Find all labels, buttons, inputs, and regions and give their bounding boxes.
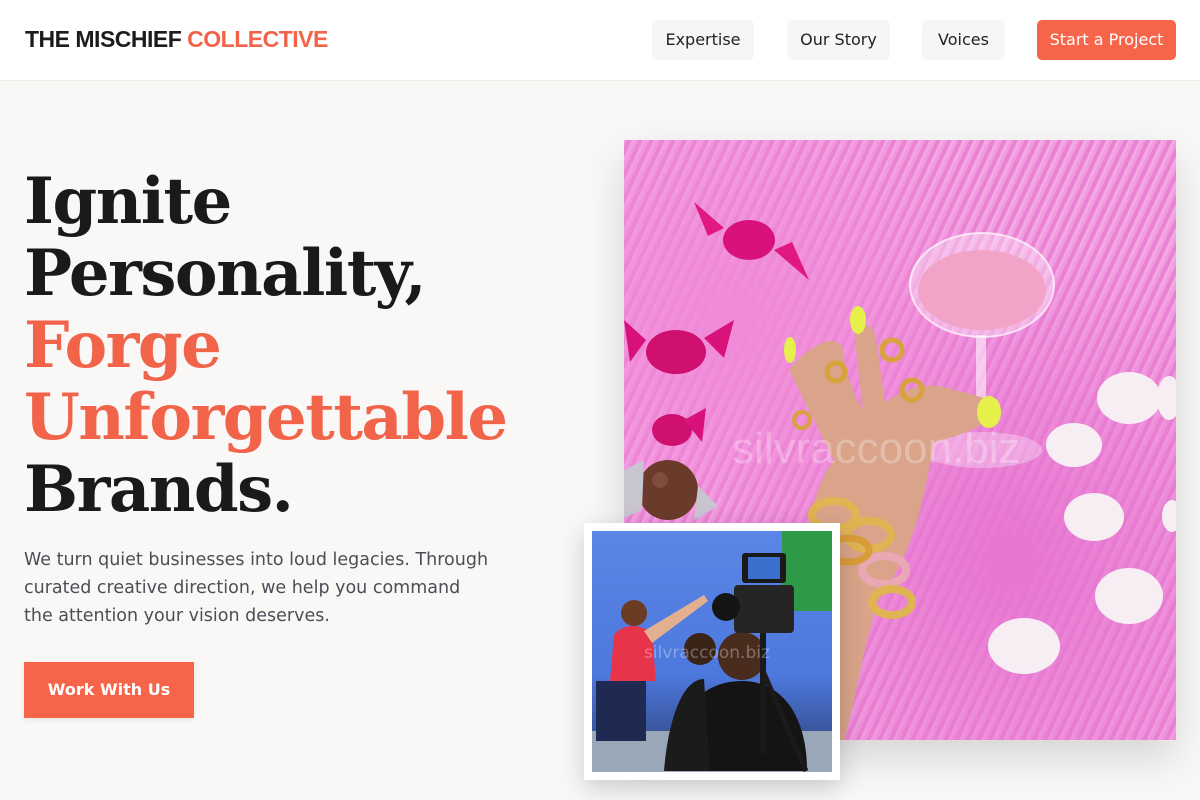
headline-line: Brands. bbox=[24, 452, 294, 527]
image-watermark: silvraccoon.biz bbox=[732, 424, 1021, 473]
headline-line-accent: Forge bbox=[24, 308, 222, 383]
nav-expertise[interactable]: Expertise bbox=[652, 20, 754, 60]
image-watermark: silvraccoon.biz bbox=[644, 643, 770, 663]
hero-subtext: We turn quiet businesses into loud legac… bbox=[24, 550, 489, 626]
brand-name-primary: THE MISCHIEF bbox=[25, 26, 182, 52]
brand-name-accent: COLLECTIVE bbox=[187, 26, 328, 52]
candy-icon bbox=[624, 320, 734, 374]
hero-inset-image: silvraccoon.biz bbox=[584, 523, 840, 780]
petal-icon bbox=[988, 372, 1176, 674]
brand-logo[interactable]: THE MISCHIEF COLLECTIVE bbox=[25, 26, 328, 53]
site-header: THE MISCHIEF COLLECTIVE Expertise Our St… bbox=[0, 0, 1200, 81]
nav-our-story[interactable]: Our Story bbox=[787, 20, 890, 60]
headline-line-accent: Unforgettable bbox=[24, 380, 508, 455]
nav-voices[interactable]: Voices bbox=[922, 20, 1005, 60]
candy-icon bbox=[652, 408, 706, 446]
work-with-us-button[interactable]: Work With Us bbox=[24, 662, 194, 718]
headline-line: Personality, bbox=[24, 236, 427, 311]
inset-image-frame: silvraccoon.biz bbox=[592, 531, 832, 772]
candy-icon bbox=[694, 202, 809, 280]
headline-line: Ignite bbox=[24, 164, 232, 239]
hero-headline: Ignite Personality, Forge Unforgettable … bbox=[24, 166, 584, 526]
start-project-button[interactable]: Start a Project bbox=[1037, 20, 1176, 60]
chocolate-icon bbox=[624, 460, 718, 520]
